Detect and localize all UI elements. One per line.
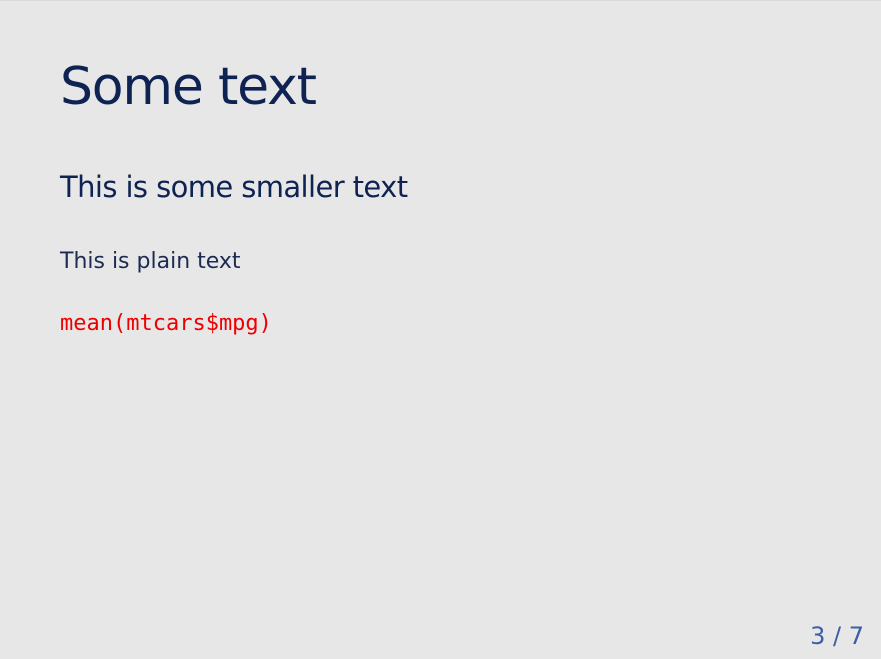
code-snippet: mean(mtcars$mpg) [60,311,272,336]
plain-text: This is plain text [60,249,241,274]
page-number: 3 / 7 [810,622,864,650]
slide-subtitle: This is some smaller text [60,170,408,204]
slide-title: Some text [60,57,317,117]
slide: Some text This is some smaller text This… [0,0,881,659]
